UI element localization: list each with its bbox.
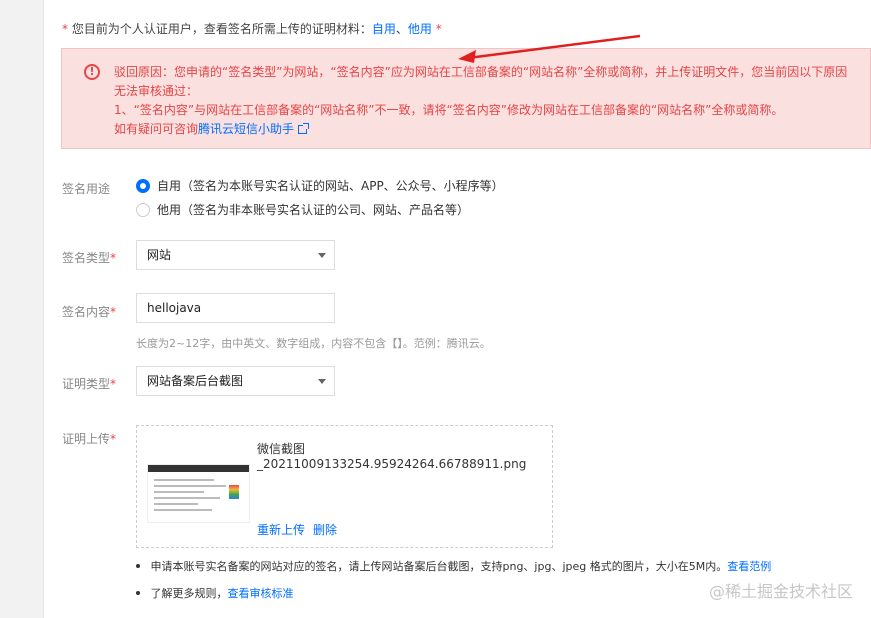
usage-option-other-label: 他用（签名为非本账号实名认证的公司、网站、产品名等） [157,203,470,217]
content-hint: 长度为2~12字，由中英文、数字组成，内容不包含【】。范例：腾讯云。 [136,337,491,350]
chevron-down-icon [318,253,326,258]
type-select[interactable]: 网站 [136,240,335,270]
left-sidebar-strip [0,0,44,618]
radio-self[interactable] [136,178,150,193]
reupload-button[interactable]: 重新上传 [257,523,305,537]
usage-option-self[interactable]: 自用（签名为本账号实名认证的网站、APP、公众号、小程序等） [136,177,504,194]
alert-help-prefix: 如有疑问可咨询 [114,122,199,136]
watermark: @稀土掘金技术社区 [708,582,853,601]
upload-box: 微信截图_20211009133254.95924264.66788911.pn… [136,425,553,548]
uploaded-image-thumbnail [147,464,250,523]
notice-separator: 、 [395,22,408,36]
proof-type-select[interactable]: 网站备案后台截图 [136,366,335,396]
content-input[interactable]: hellojava [136,293,335,323]
delete-button[interactable]: 删除 [313,523,337,537]
error-icon: ! [84,64,100,80]
alert-help: 如有疑问可咨询腾讯云短信小助手 [114,120,859,139]
upload-tip-1: 申请本账号实名备案的网站对应的签名，请上传网站备案后台截图，支持png、jpg、… [136,558,772,574]
type-select-value: 网站 [147,248,172,262]
notice-link-self[interactable]: 自用 [372,22,396,36]
usage-label: 签名用途 [62,182,111,196]
rejection-alert: ! 驳回原因：您申请的“签名类型”为网站，“签名内容”应为网站在工信部备案的“网… [61,48,871,149]
type-label: 签名类型* [62,251,117,265]
notice-star-end: * [431,22,442,36]
upload-tip-2: 了解更多规则，查看审核标准 [136,585,294,601]
external-link-icon[interactable] [298,123,310,134]
content-label: 签名内容* [62,305,117,319]
notice-text: 您目前为个人认证用户，查看签名所需上传的证明材料： [71,22,372,36]
alert-reason: 驳回原因：您申请的“签名类型”为网站，“签名内容”应为网站在工信部备案的“网站名… [114,65,848,98]
chevron-down-icon [318,379,326,384]
review-standard-link[interactable]: 查看审核标准 [228,587,294,600]
alert-detail: 1、“签名内容”与网站在工信部备案的“网站名称”不一致，请将“签名内容”修改为网… [114,103,784,117]
radio-other[interactable] [136,202,150,217]
proof-type-label: 证明类型* [62,377,117,391]
notice-star: * [62,22,68,36]
usage-option-other[interactable]: 他用（签名为非本账号实名认证的公司、网站、产品名等） [136,201,469,218]
proof-type-select-value: 网站备案后台截图 [147,374,244,388]
notice-link-other[interactable]: 他用 [408,22,432,36]
assistant-link[interactable]: 腾讯云短信小助手 [198,122,294,136]
usage-option-self-label: 自用（签名为本账号实名认证的网站、APP、公众号、小程序等） [157,179,504,193]
upload-label: 证明上传* [62,432,117,446]
view-example-link[interactable]: 查看范例 [727,560,771,573]
user-notice: * 您目前为个人认证用户，查看签名所需上传的证明材料：自用、他用 * [62,20,442,37]
upload-filename: 微信截图_20211009133254.95924264.66788911.pn… [257,442,527,471]
